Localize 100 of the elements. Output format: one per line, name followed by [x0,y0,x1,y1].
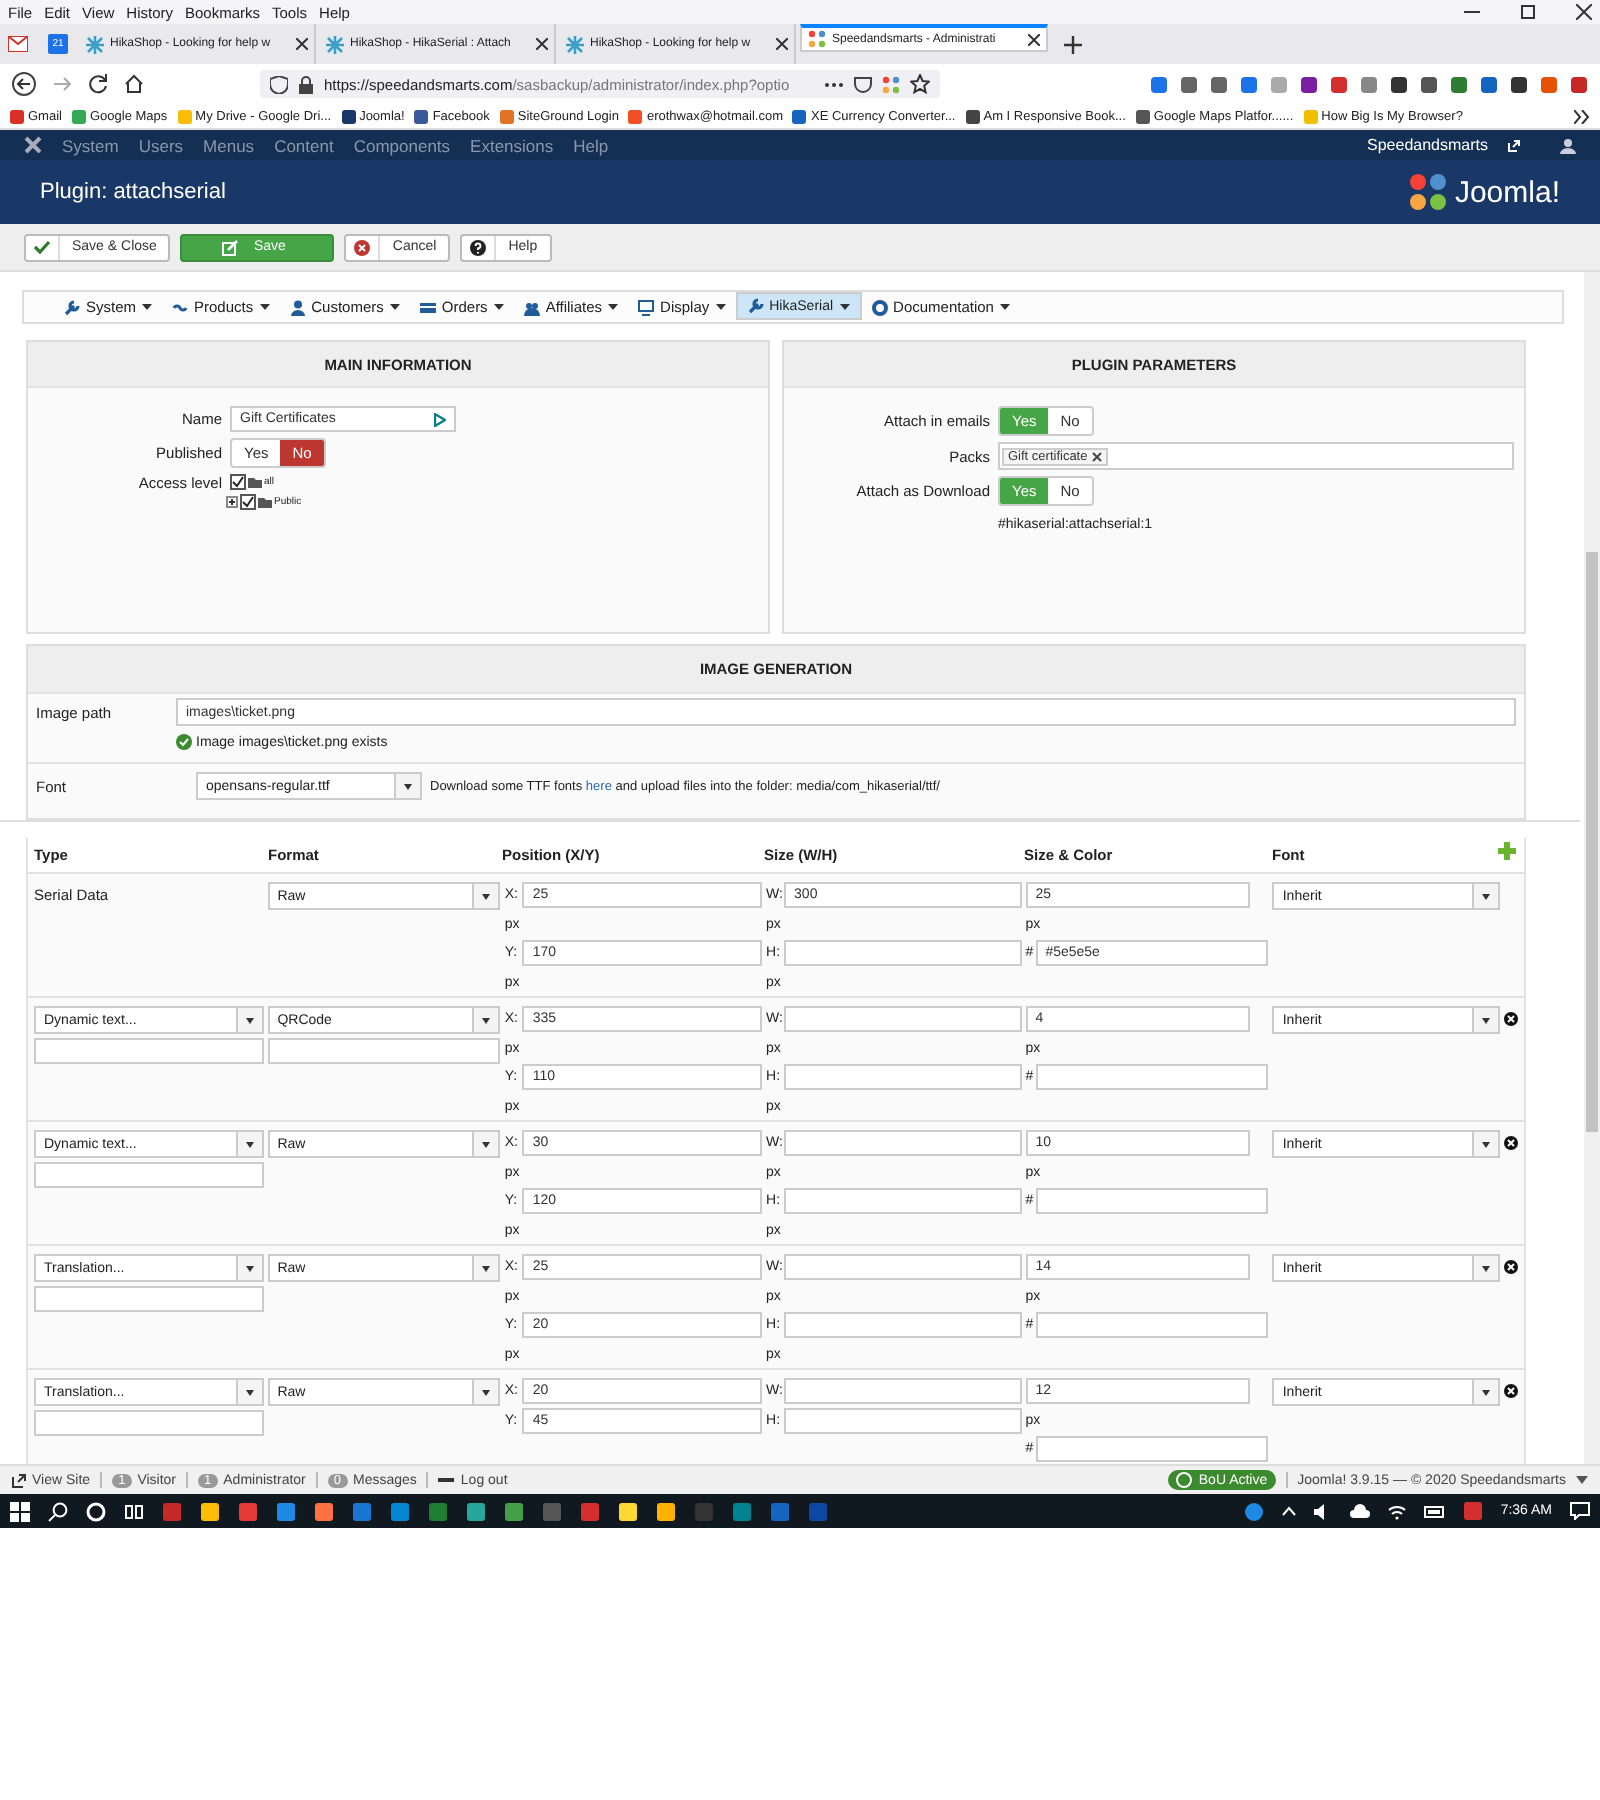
star-icon [86,35,104,53]
color-field[interactable] [1035,1312,1269,1338]
bookmark-icon [1303,109,1318,123]
bookmark-icon [628,109,643,123]
caret-icon [1482,1265,1491,1271]
help-icon [470,239,487,255]
joomla-logo: Joomla! [1408,172,1560,212]
caret-icon [482,1141,491,1147]
joomla-icon[interactable] [24,136,42,154]
checkbox[interactable] [230,474,246,490]
site-link[interactable]: Speedandsmarts [1367,136,1488,154]
joomla-icon[interactable] [882,75,900,93]
caret-icon [389,304,400,310]
back-icon[interactable] [12,72,36,96]
input-field[interactable] [784,1378,1022,1404]
circle-icon[interactable] [86,1501,106,1521]
remove-icon[interactable] [1091,451,1102,461]
input-field[interactable] [784,1064,1022,1090]
new-tab-icon[interactable] [1064,35,1082,53]
wifi-icon[interactable] [1388,1503,1407,1519]
input-field[interactable] [34,1410,264,1436]
wrench-icon [64,299,80,315]
battery-icon[interactable] [1424,1505,1447,1517]
bookmark-icon [792,109,807,123]
star-icon [566,35,584,53]
color-field[interactable] [1035,1436,1269,1462]
input-field[interactable] [34,1162,264,1188]
input-field[interactable] [34,1286,264,1312]
checkbox[interactable] [240,494,256,510]
input-field[interactable] [34,1038,264,1064]
input-field[interactable] [784,1312,1022,1338]
caret-icon [245,1017,254,1023]
close-icon[interactable] [536,38,548,50]
caret-icon [142,304,153,310]
notification-icon[interactable] [1570,1502,1590,1520]
caret-icon [245,1141,254,1147]
mail-icon [8,36,28,52]
reload-icon[interactable] [88,74,108,94]
cancel-icon [354,239,371,255]
close-icon[interactable] [1028,33,1040,45]
joomla-icon [808,30,826,48]
input-field[interactable] [784,1130,1022,1156]
wrench-icon [747,298,764,314]
caret-icon [999,304,1010,310]
check-circle-icon [176,734,192,750]
bookmark-icon [71,109,86,123]
home-icon[interactable] [124,74,144,94]
admin-menu-item[interactable]: Menus [203,135,255,155]
user-icon [289,299,306,315]
bookmark-icon [499,109,514,123]
caret-icon [493,304,504,310]
caret-icon [482,1017,491,1023]
windows-start-icon[interactable] [10,1501,30,1521]
input-field[interactable] [784,1006,1022,1032]
star-icon [326,35,344,53]
input-field[interactable] [784,1188,1022,1214]
admin-menu-item[interactable]: Content [274,135,334,155]
bookmark-star-icon[interactable] [910,74,930,94]
maximize-icon[interactable] [1520,4,1536,20]
color-field[interactable] [1035,1188,1269,1214]
caret-icon [1482,1141,1491,1147]
bookmark-icon [341,109,356,123]
minus-icon [438,1477,455,1483]
chevron-icon[interactable] [1574,109,1590,123]
admin-menu-item[interactable]: Help [573,135,609,155]
caret-icon [245,1265,254,1271]
close-icon[interactable] [296,38,308,50]
bookmark-icon [414,109,429,123]
scrollbar[interactable] [1584,272,1600,1464]
user-icon[interactable] [1560,137,1576,153]
task-view-icon[interactable] [124,1501,144,1521]
add-icon[interactable] [1498,842,1516,860]
close-icon[interactable] [1576,4,1592,20]
expand-icon[interactable] [226,496,238,508]
input-field[interactable] [267,1038,501,1064]
scroll-down-icon[interactable] [1576,1476,1588,1484]
admin-menu-item[interactable]: Extensions [470,135,554,155]
input-field[interactable] [784,1408,1022,1434]
pocket-icon[interactable] [854,75,872,93]
admin-menu-item[interactable]: Users [138,135,184,155]
admin-menu-item[interactable]: System [62,135,119,155]
lock-icon [298,75,314,93]
external-link-icon [1508,139,1520,151]
input-field[interactable] [784,1254,1022,1280]
caret-icon [245,1389,254,1395]
admin-menu-item[interactable]: Components [353,135,451,155]
chevron-up-icon[interactable] [1282,1506,1297,1516]
monitor-icon [638,299,655,315]
caret-icon [404,783,412,789]
input-field[interactable] [784,940,1022,966]
color-field[interactable] [1035,1064,1269,1090]
cloud-icon[interactable] [1350,1504,1371,1518]
card-icon [419,299,436,315]
help-icon[interactable] [1244,1501,1265,1521]
close-icon[interactable] [776,38,788,50]
lifebuoy-icon [871,299,888,315]
more-icon[interactable] [824,81,844,87]
caret-icon [608,304,619,310]
search-icon[interactable] [48,1501,68,1521]
check-icon [34,240,50,254]
